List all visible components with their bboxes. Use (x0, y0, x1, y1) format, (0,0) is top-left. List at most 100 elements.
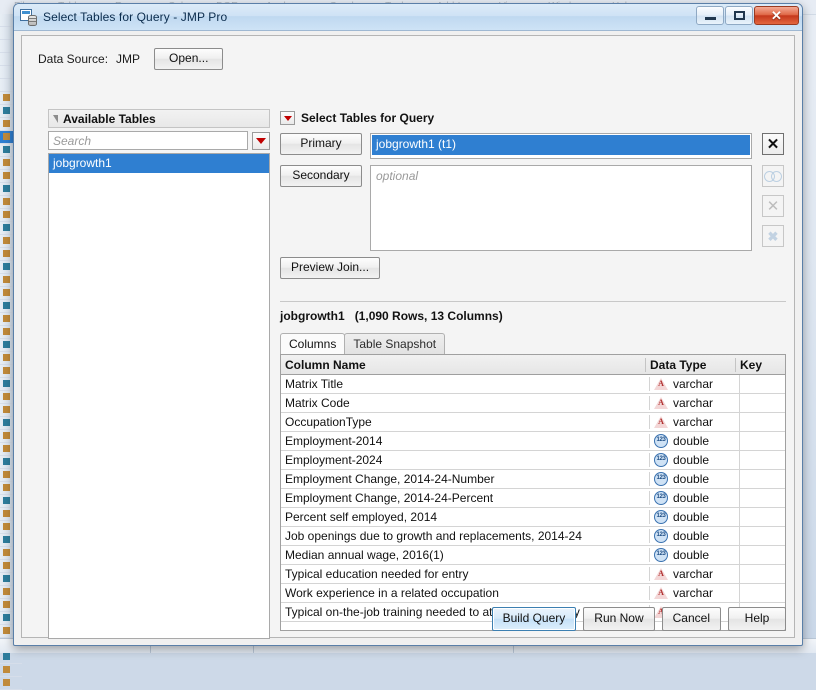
primary-table-chip[interactable]: jobgrowth1 (t1) (372, 135, 750, 155)
grid-header-row: Column Name Data Type Key (281, 355, 785, 375)
cell-key (739, 565, 785, 583)
varchar-type-icon (654, 567, 668, 581)
table-row[interactable]: Matrix Titlevarchar (281, 375, 785, 394)
background-row (0, 677, 22, 690)
title-bar[interactable]: Select Tables for Query - JMP Pro ✕ (14, 4, 802, 31)
table-row[interactable]: Job openings due to growth and replaceme… (281, 527, 785, 546)
table-summary: (1,090 Rows, 13 Columns) (355, 309, 503, 323)
data-source-value: JMP (116, 52, 140, 66)
table-row[interactable]: Employment-2024double (281, 451, 785, 470)
table-row[interactable]: Employment Change, 2014-24-Percent double (281, 489, 785, 508)
cell-data-type: varchar (649, 415, 739, 429)
table-row[interactable]: Median annual wage, 2016(1)double (281, 546, 785, 565)
data-type-label: double (673, 529, 709, 543)
data-source-row: Data Source: JMP Open... (38, 48, 223, 70)
table-tabs: Columns Table Snapshot (280, 333, 786, 354)
search-options-button[interactable] (252, 132, 270, 150)
remove-primary-button[interactable]: ✕ (762, 133, 784, 155)
clear-joins-button[interactable]: ✖ (762, 225, 784, 247)
help-button[interactable]: Help (728, 607, 786, 631)
available-tables-list[interactable]: jobgrowth1 (48, 153, 270, 639)
numeric-type-icon (654, 491, 668, 505)
close-button[interactable]: ✕ (754, 6, 799, 25)
numeric-type-icon (654, 529, 668, 543)
table-row[interactable]: Employment Change, 2014-24-Number double (281, 470, 785, 489)
search-input[interactable] (48, 131, 248, 150)
build-query-button[interactable]: Build Query (492, 607, 577, 631)
secondary-actions: ✕ ✖ (760, 165, 786, 247)
table-row[interactable]: Work experience in a related occupationv… (281, 584, 785, 603)
table-details-section: jobgrowth1 (1,090 Rows, 13 Columns) Colu… (280, 301, 786, 629)
numeric-type-icon (654, 472, 668, 486)
cell-data-type: double (649, 491, 739, 505)
varchar-type-icon (654, 396, 668, 410)
cell-data-type: double (649, 510, 739, 524)
maximize-icon (734, 11, 745, 20)
secondary-button[interactable]: Secondary (280, 165, 362, 187)
clear-joins-icon: ✖ (768, 230, 779, 243)
secondary-table-field[interactable]: optional (370, 165, 752, 251)
query-config-panel: Select Tables for Query Primary jobgrowt… (280, 109, 786, 629)
remove-secondary-button[interactable]: ✕ (762, 195, 784, 217)
cell-data-type: double (649, 548, 739, 562)
footer-buttons: Build Query Run Now Cancel Help (492, 607, 786, 631)
table-row[interactable]: Typical education needed for entryvarcha… (281, 565, 785, 584)
select-tables-title: Select Tables for Query (301, 111, 434, 125)
data-type-label: double (673, 491, 709, 505)
preview-join-button[interactable]: Preview Join... (280, 257, 380, 279)
cell-column-name: Median annual wage, 2016(1) (281, 548, 649, 562)
cell-data-type: varchar (649, 586, 739, 600)
cell-data-type: varchar (649, 567, 739, 581)
header-column-name: Column Name (281, 358, 645, 372)
cell-data-type: varchar (649, 396, 739, 410)
cell-column-name: Matrix Title (281, 377, 649, 391)
cell-column-name: Job openings due to growth and replaceme… (281, 529, 649, 543)
cell-column-name: Work experience in a related occupation (281, 586, 649, 600)
list-item[interactable]: jobgrowth1 (49, 154, 269, 173)
varchar-type-icon (654, 415, 668, 429)
columns-grid[interactable]: Column Name Data Type Key Matrix Titleva… (280, 354, 786, 631)
cell-data-type: double (649, 434, 739, 448)
background-row (0, 664, 22, 677)
collapse-triangle-icon[interactable] (53, 115, 58, 123)
header-key: Key (735, 358, 785, 372)
cell-key (739, 375, 785, 393)
join-rings-button[interactable] (762, 165, 784, 187)
data-type-label: double (673, 453, 709, 467)
cell-column-name: Employment Change, 2014-24-Percent (281, 491, 649, 505)
primary-button[interactable]: Primary (280, 133, 362, 155)
tab-table-snapshot[interactable]: Table Snapshot (344, 333, 445, 354)
window-title: Select Tables for Query - JMP Pro (43, 10, 227, 24)
grid-body: Matrix TitlevarcharMatrix CodevarcharOcc… (281, 375, 785, 622)
section-divider (280, 301, 786, 302)
cell-column-name: Matrix Code (281, 396, 649, 410)
minimize-button[interactable] (696, 6, 724, 25)
select-tables-dialog: Select Tables for Query - JMP Pro ✕ Data… (13, 3, 803, 646)
close-icon: ✕ (771, 9, 782, 22)
numeric-type-icon (654, 510, 668, 524)
select-tables-header: Select Tables for Query (280, 109, 786, 127)
secondary-row: Secondary optional ✕ ✖ (280, 165, 786, 251)
cell-key (739, 451, 785, 469)
primary-table-field[interactable]: jobgrowth1 (t1) (370, 133, 752, 159)
data-type-label: double (673, 472, 709, 486)
select-tables-menu-button[interactable] (280, 111, 295, 125)
table-row[interactable]: Employment-2014double (281, 432, 785, 451)
table-row[interactable]: Percent self employed, 2014double (281, 508, 785, 527)
cell-key (739, 432, 785, 450)
table-row[interactable]: OccupationTypevarchar (281, 413, 785, 432)
maximize-button[interactable] (725, 6, 753, 25)
cell-column-name: Employment Change, 2014-24-Number (281, 472, 649, 486)
cell-key (739, 394, 785, 412)
cancel-button[interactable]: Cancel (662, 607, 721, 631)
cell-key (739, 527, 785, 545)
dialog-client-area: Data Source: JMP Open... Available Table… (21, 35, 795, 638)
cell-key (739, 508, 785, 526)
table-row[interactable]: Matrix Codevarchar (281, 394, 785, 413)
open-button[interactable]: Open... (154, 48, 223, 70)
data-type-label: double (673, 434, 709, 448)
tab-columns[interactable]: Columns (280, 333, 345, 354)
run-now-button[interactable]: Run Now (583, 607, 654, 631)
close-icon: ✕ (767, 199, 780, 214)
available-tables-header[interactable]: Available Tables (48, 109, 270, 128)
